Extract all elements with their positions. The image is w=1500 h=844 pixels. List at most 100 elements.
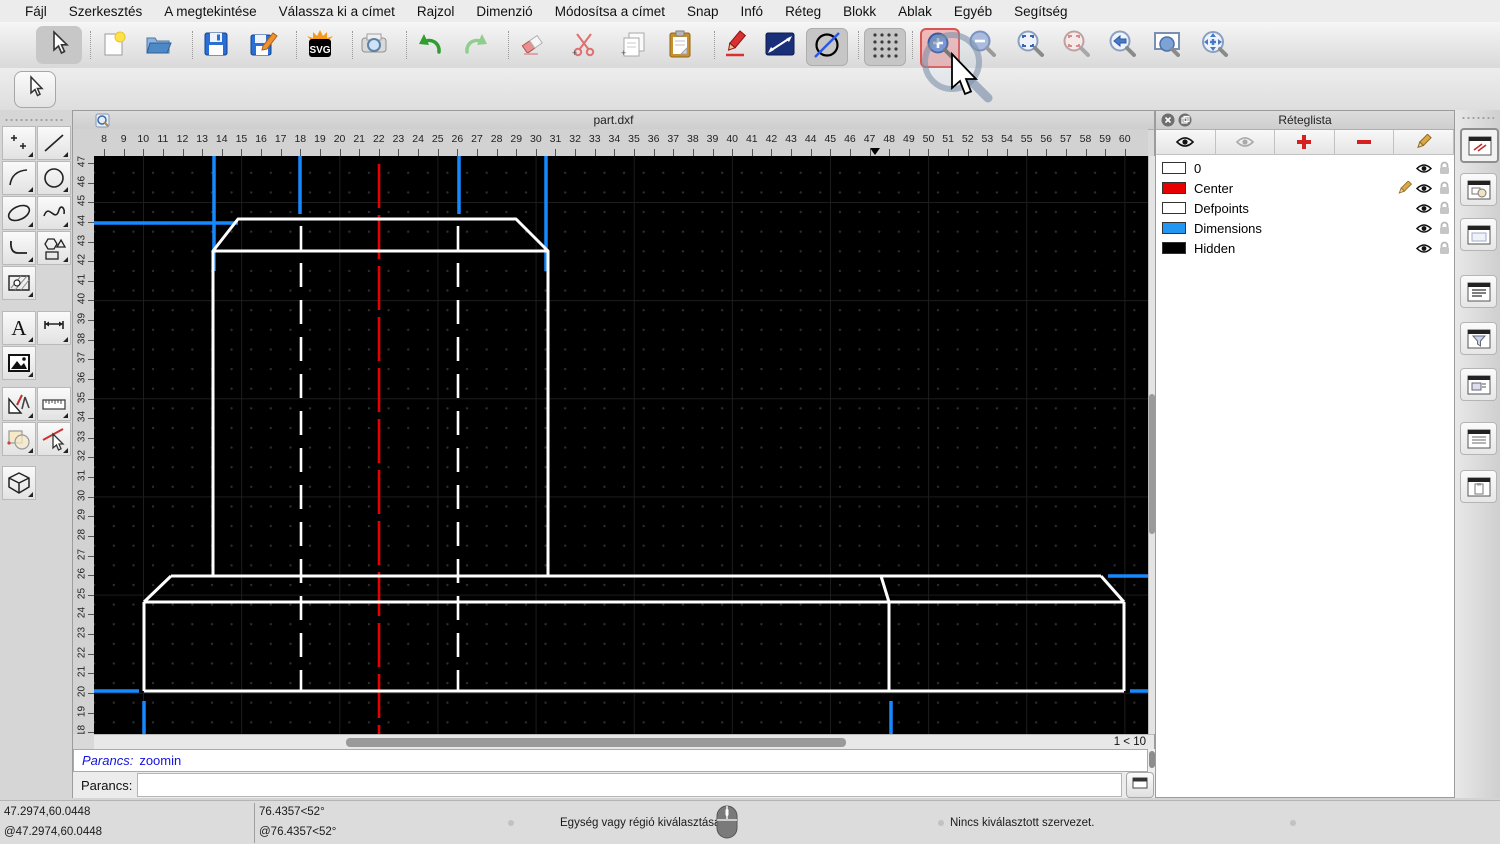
close-panel-icon[interactable] [1161, 113, 1175, 130]
zoom-in-button[interactable] [920, 28, 960, 68]
redo-button[interactable] [458, 28, 494, 64]
layer-visible-icon[interactable] [1414, 182, 1434, 195]
layer-row-defpoints[interactable]: Defpoints [1156, 198, 1454, 218]
drawing-canvas[interactable] [94, 156, 1148, 734]
v-ruler-label: 33 [77, 426, 88, 446]
layer-panel-header[interactable]: Réteglista [1156, 111, 1454, 130]
tool-text[interactable]: A [2, 311, 36, 345]
dock-icon-notes-window[interactable] [1460, 422, 1497, 455]
undo-button[interactable] [412, 28, 448, 64]
layer-visible-icon[interactable] [1414, 222, 1434, 235]
tool-3d-box[interactable] [2, 466, 36, 500]
dock-icon-blank-window[interactable] [1460, 218, 1497, 251]
zoom-page-button[interactable] [1150, 28, 1186, 64]
menu-item-snap[interactable]: Snap [676, 4, 730, 19]
menu-item-szerkeszt-s[interactable]: Szerkesztés [58, 4, 154, 19]
h-ruler-label: 18 [294, 133, 306, 145]
detach-panel-icon[interactable] [1178, 113, 1192, 130]
menu-item-f-jl[interactable]: Fájl [14, 4, 58, 19]
select-tool-button[interactable] [36, 26, 82, 64]
hide-all-layers-button[interactable] [1216, 130, 1276, 155]
remove-layer-button[interactable] [1335, 130, 1395, 155]
tool-line[interactable] [37, 126, 71, 160]
copy-button[interactable]: + [616, 28, 652, 64]
tool-dimension[interactable] [37, 311, 71, 345]
horizontal-scrollbar[interactable]: 1 < 10 [94, 734, 1154, 750]
dock-icon-pen-window[interactable] [1460, 128, 1499, 163]
v-ruler-label: 43 [77, 230, 88, 250]
grid-toggle-button[interactable] [864, 28, 906, 66]
zoom-out-button[interactable] [964, 28, 1000, 64]
layer-lock-icon[interactable] [1434, 201, 1454, 215]
menu-item-m-dos-tsa-a-c-met[interactable]: Módosítsa a címet [544, 4, 676, 19]
layer-lock-icon[interactable] [1434, 221, 1454, 235]
open-file-button[interactable] [140, 28, 176, 64]
print-preview-button[interactable] [356, 28, 392, 64]
show-all-layers-button[interactable] [1156, 130, 1216, 155]
menu-item-rajzol[interactable]: Rajzol [406, 4, 466, 19]
menu-item-egy-b[interactable]: Egyéb [943, 4, 1003, 19]
layer-visible-icon[interactable] [1414, 242, 1434, 255]
edit-layer-button[interactable] [1394, 130, 1454, 155]
save-as-button[interactable] [246, 28, 282, 64]
tool-arc[interactable] [2, 161, 36, 195]
pan-button[interactable] [1196, 28, 1232, 64]
tool-spline[interactable] [37, 196, 71, 230]
tool-ellipse[interactable] [2, 196, 36, 230]
cut-button[interactable]: + [566, 28, 602, 64]
layer-lock-icon[interactable] [1434, 241, 1454, 255]
tool-image[interactable] [2, 346, 36, 380]
dock-icon-tag-window[interactable] [1460, 368, 1497, 401]
command-options-button[interactable] [1126, 772, 1154, 798]
zoom-previous-button[interactable] [1104, 28, 1140, 64]
tool-shapes[interactable] [37, 231, 71, 265]
dock-icon-filter-window[interactable] [1460, 322, 1497, 355]
dock-icon-shapes-window[interactable] [1460, 173, 1497, 206]
layer-row-dimensions[interactable]: Dimensions [1156, 218, 1454, 238]
zoom-auto-button[interactable] [1012, 28, 1048, 64]
tool-select-entity[interactable] [37, 422, 71, 456]
menu-item-dimenzi-[interactable]: Dimenzió [465, 4, 543, 19]
save-button[interactable] [198, 28, 234, 64]
tool-circle[interactable] [37, 161, 71, 195]
add-layer-button[interactable] [1275, 130, 1335, 155]
dock-handle[interactable] [4, 118, 64, 122]
zoom-selection-button[interactable] [1058, 28, 1094, 64]
menu-item-inf-[interactable]: Infó [730, 4, 775, 19]
tool-measure[interactable] [2, 387, 36, 421]
horizontal-scrollbar-thumb[interactable] [346, 738, 846, 747]
menu-item-ablak[interactable]: Ablak [887, 4, 943, 19]
drawing-title-bar[interactable]: part.dxf [73, 111, 1154, 130]
tool-ruler[interactable] [37, 387, 71, 421]
layer-visible-icon[interactable] [1414, 202, 1434, 215]
menu-item-a-megtekint-se[interactable]: A megtekintése [153, 4, 267, 19]
layer-row-center[interactable]: Center [1156, 178, 1454, 198]
distance-tool-button[interactable] [762, 28, 798, 64]
tool-modify[interactable] [2, 422, 36, 456]
dock-icon-list-window[interactable] [1460, 275, 1497, 308]
dock-handle[interactable] [1461, 116, 1494, 120]
layer-visible-icon[interactable] [1414, 162, 1434, 175]
h-ruler-tick [143, 149, 144, 156]
tool-polyline[interactable] [2, 231, 36, 265]
circle-tool-button[interactable] [806, 28, 848, 66]
draw-pencil-button[interactable] [718, 28, 754, 64]
select-tool-small-button[interactable] [14, 71, 56, 108]
paste-button[interactable] [662, 28, 698, 64]
layer-row-hidden[interactable]: Hidden [1156, 238, 1454, 258]
delete-button[interactable] [514, 28, 550, 64]
dock-icon-clipboard-window[interactable] [1460, 470, 1497, 503]
menu-item-blokk[interactable]: Blokk [832, 4, 887, 19]
tool-hatch[interactable] [2, 266, 36, 300]
layer-row-0[interactable]: 0 [1156, 158, 1454, 178]
layer-lock-icon[interactable] [1434, 181, 1454, 195]
menu-item-r-teg[interactable]: Réteg [774, 4, 832, 19]
tool-points[interactable] [2, 126, 36, 160]
menu-item-seg-ts-g[interactable]: Segítség [1003, 4, 1078, 19]
export-svg-button[interactable]: SVG [302, 28, 338, 64]
command-input[interactable] [137, 773, 1122, 797]
print-preview-icon [359, 30, 389, 63]
new-document-button[interactable] [96, 28, 132, 64]
menu-item-v-lassza-ki-a-c-met[interactable]: Válassza ki a címet [268, 4, 406, 19]
layer-lock-icon[interactable] [1434, 161, 1454, 175]
